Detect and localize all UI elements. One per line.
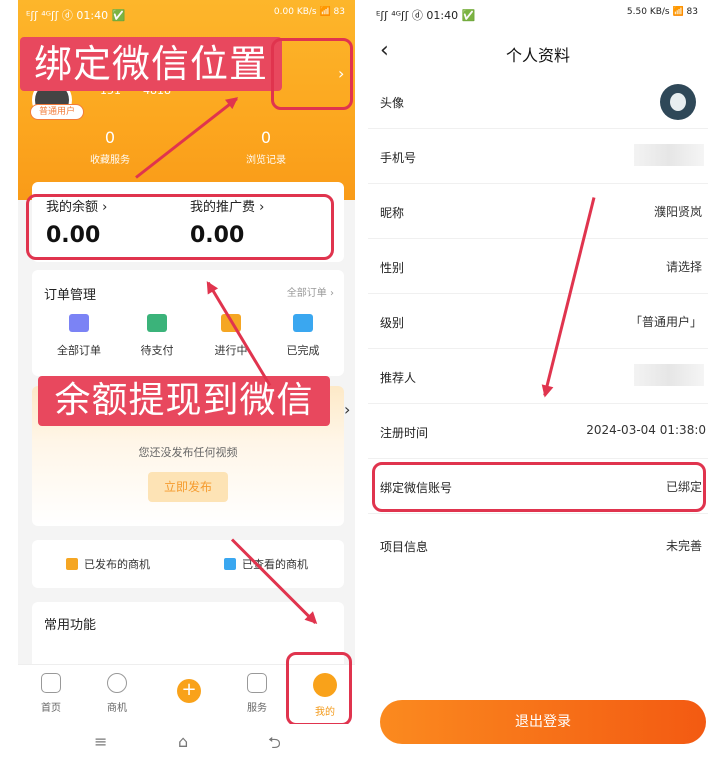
annotation-withdraw-to-wechat: 余额提现到微信 [38, 376, 330, 426]
wallet-icon [69, 314, 89, 332]
status-indicators: 5.50 KB/s 📶 83 [626, 7, 698, 17]
annotation-highlight-mine-tab [286, 652, 352, 726]
page-header: ‹ 个人资料 [368, 30, 708, 74]
row-label: 注册时间 [380, 426, 429, 440]
send-icon [66, 558, 78, 570]
order-tab-done[interactable]: 已完成 [268, 314, 338, 358]
row-label: 推荐人 [380, 371, 417, 385]
stat-favorites-count: 0 [104, 128, 116, 147]
stat-history-label: 浏览记录 [246, 155, 286, 166]
page-title: 个人资料 [505, 46, 570, 65]
system-nav-bar: ≡ ⌂ ⮌ [18, 724, 355, 762]
status-bar: ᴱʃʃ ⁴ᴳʃʃ ⓓ 01:40 ✅ 5.50 KB/s 📶 83 [368, 0, 708, 26]
menu-icon[interactable]: ≡ [94, 732, 107, 751]
tab-service[interactable]: 服务 [232, 673, 282, 714]
profile-row-level: 级别 「普通用户」 [368, 294, 708, 349]
profile-row-register-time: 注册时间 2024-03-04 01:38:0 [368, 404, 708, 459]
profile-row-nickname[interactable]: 昵称 濮阳贤岚 [368, 184, 708, 239]
tab-add[interactable]: + [164, 679, 214, 703]
tab-business-label: 商机 [107, 703, 127, 714]
plus-icon: + [177, 679, 201, 703]
status-bar: ᴱʃʃ ⁴ᴳʃʃ ⓓ 01:40 ✅ 0.00 KB/s 📶 83 [18, 0, 355, 26]
annotation-highlight-bind-wechat [372, 462, 706, 512]
tab-service-label: 服务 [247, 703, 267, 714]
all-orders-link[interactable]: 全部订单 › [287, 284, 334, 299]
tab-home-label: 首页 [41, 703, 61, 714]
profile-row-avatar[interactable]: 头像 [368, 74, 708, 129]
stat-history[interactable]: 0 浏览记录 [206, 128, 326, 166]
status-time: ᴱʃʃ ⁴ᴳʃʃ ⓓ 01:40 ✅ [376, 9, 476, 22]
koala-avatar-icon [660, 84, 696, 120]
row-label: 性别 [380, 261, 405, 275]
row-value: 请选择 [665, 260, 702, 274]
row-value: 「普通用户」 [629, 315, 702, 329]
blurred-phone-value [634, 144, 704, 166]
stat-favorites[interactable]: 0 收藏服务 [50, 128, 170, 166]
status-time: ᴱʃʃ ⁴ᴳʃʃ ⓓ 01:40 ✅ [26, 9, 126, 22]
planet-icon [107, 673, 127, 693]
order-management-card: 订单管理 全部订单 › 全部订单 待支付 进行中 已完成 [32, 270, 344, 376]
screenshot-root: ᴱʃʃ ⁴ᴳʃʃ ⓓ 01:40 ✅ 0.00 KB/s 📶 83 151***… [0, 0, 720, 762]
row-label: 项目信息 [380, 540, 429, 554]
status-indicators: 0.00 KB/s 📶 83 [273, 7, 345, 17]
logout-button[interactable]: 退出登录 [380, 700, 706, 744]
row-value: 2024-03-04 01:38:0 [586, 423, 706, 437]
back-nav-icon[interactable]: ⮌ [268, 732, 281, 759]
profile-row-project[interactable]: 项目信息 未完善 [368, 518, 708, 573]
order-tab-pending-label: 待支付 [140, 344, 174, 357]
home-icon [41, 673, 61, 693]
left-phone-screen: ᴱʃʃ ⁴ᴳʃʃ ⓓ 01:40 ✅ 0.00 KB/s 📶 83 151***… [18, 0, 355, 762]
row-label: 级别 [380, 316, 405, 330]
order-tab-all-label: 全部订单 [57, 344, 101, 357]
row-label: 头像 [380, 96, 405, 110]
publish-button[interactable]: 立即发布 [148, 472, 228, 502]
order-management-title: 订单管理 [44, 288, 97, 303]
box-icon [147, 314, 167, 332]
tab-business[interactable]: 商机 [92, 673, 142, 714]
annotation-bind-wechat-location: 绑定微信位置 [20, 37, 282, 91]
order-tab-done-label: 已完成 [286, 344, 320, 357]
order-tab-pending[interactable]: 待支付 [122, 314, 192, 358]
right-phone-screen: ᴱʃʃ ⁴ᴳʃʃ ⓓ 01:40 ✅ 5.50 KB/s 📶 83 ‹ 个人资料… [368, 0, 708, 762]
chat-icon [293, 314, 313, 332]
grid-icon [247, 673, 267, 693]
level-badge: 普通用户 [30, 104, 85, 120]
chevron-right-icon[interactable]: › [338, 64, 344, 83]
order-tab-all[interactable]: 全部订单 [44, 314, 114, 358]
profile-row-phone[interactable]: 手机号 [368, 129, 708, 184]
business-card: 已发布的商机 已查看的商机 [32, 540, 344, 588]
viewed-business-link[interactable]: 已查看的商机 [224, 556, 308, 572]
video-empty-text: 您还没发布任何视频 [138, 446, 238, 459]
stat-history-count: 0 [260, 128, 272, 147]
annotation-highlight-balance [26, 194, 334, 260]
tab-home[interactable]: 首页 [26, 673, 76, 714]
published-business-link[interactable]: 已发布的商机 [66, 556, 150, 572]
common-functions-title: 常用功能 [44, 618, 97, 633]
order-tab-in-progress-label: 进行中 [214, 344, 248, 357]
profile-row-gender[interactable]: 性别 请选择 [368, 239, 708, 294]
row-value: 濮阳贤岚 [653, 205, 702, 219]
row-label: 昵称 [380, 206, 405, 220]
chevron-right-icon[interactable]: › [344, 400, 350, 419]
blurred-referrer-value [634, 364, 704, 386]
row-label: 手机号 [380, 151, 417, 165]
home-nav-icon[interactable]: ⌂ [178, 732, 188, 751]
published-business-label: 已发布的商机 [84, 558, 150, 571]
doc-icon [224, 558, 236, 570]
row-value: 未完善 [665, 539, 702, 553]
